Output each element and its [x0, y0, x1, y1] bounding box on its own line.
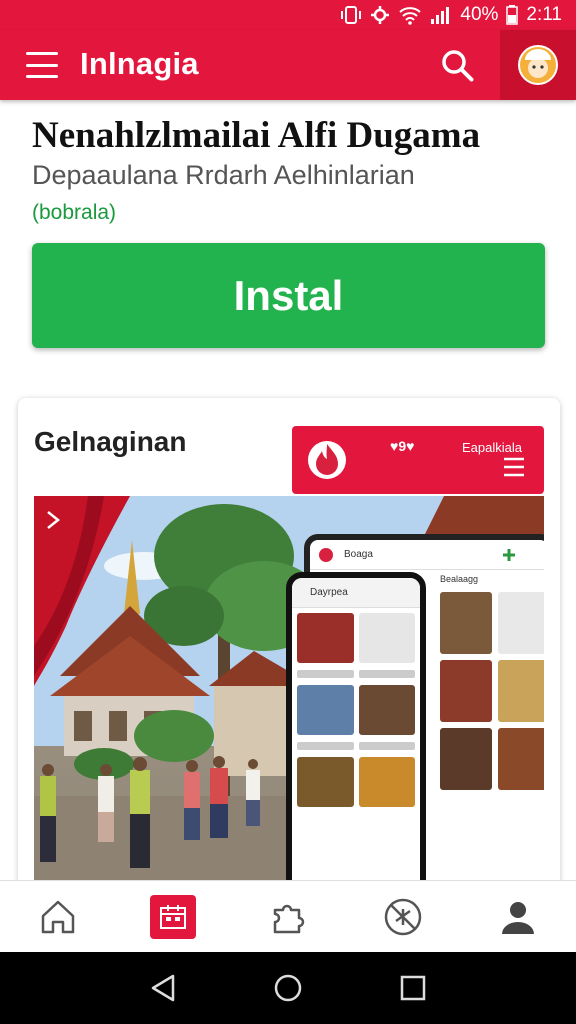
nav-home[interactable] [28, 887, 88, 947]
mini-plus-icon [502, 548, 515, 561]
mini-tile [498, 660, 544, 722]
nav-puzzle[interactable] [258, 887, 318, 947]
back-triangle-icon [151, 974, 174, 1002]
mini-logo-icon [319, 547, 333, 562]
hamburger-icon [26, 52, 58, 55]
preview-brand: Eapalkiala [462, 440, 522, 455]
nav-active-indicator [149, 894, 196, 939]
nav-profile[interactable] [488, 887, 548, 947]
mini-line [358, 670, 415, 678]
home-circle-icon [274, 974, 302, 1002]
mini-tile [440, 660, 492, 722]
mini-line [297, 742, 354, 750]
profile-icon [502, 901, 535, 934]
bottom-navigation [0, 880, 576, 952]
mini-tile [358, 757, 415, 807]
developer-name[interactable]: Depaaulana Rrdarh Aelhinlarian [32, 160, 415, 191]
install-button[interactable]: Instal [32, 243, 545, 348]
back-button[interactable] [143, 968, 183, 1008]
nav-restricted[interactable] [373, 887, 433, 947]
app-screen: 40% 2:11 Inlnagia Nenahlzlmailai Alfi Du… [0, 0, 576, 1024]
avatar-button[interactable] [500, 30, 576, 100]
home-icon [41, 900, 74, 933]
hamburger-line [26, 75, 58, 78]
mini-tile [297, 613, 354, 663]
preview-app-bar: ♥9♥ Eapalkiala [292, 426, 544, 494]
status-bar: 40% 2:11 [0, 0, 576, 30]
mini-app-title: Boaga [344, 549, 373, 560]
calendar-icon [159, 904, 186, 929]
app-bar-title: Inlnagia [80, 46, 199, 81]
mini-tile [498, 592, 544, 654]
home-button[interactable] [268, 968, 308, 1008]
no-entry-icon [384, 898, 422, 935]
avatar-icon [518, 45, 558, 85]
clock: 2:11 [526, 4, 562, 25]
mini-tile [297, 685, 354, 735]
category-label: (bobrala) [32, 201, 117, 224]
screenshot-image[interactable]: Boaga Bealaagg Dayrpea [34, 496, 544, 918]
flame-logo-icon [308, 441, 346, 479]
mini-tile [440, 592, 492, 654]
gallery-title: Gelnaginan [34, 426, 187, 457]
wifi-icon [399, 7, 422, 25]
app-bar: Inlnagia [0, 30, 576, 100]
vibrate-icon [341, 6, 362, 24]
mini-tile [498, 728, 544, 790]
settings-icon [371, 6, 390, 24]
mini-tile [297, 757, 354, 807]
signal-icon [431, 7, 450, 24]
phone-mockup-front: Dayrpea [286, 572, 426, 918]
mini-header: Dayrpea [292, 578, 420, 608]
system-navigation-bar [0, 952, 576, 1024]
mini-grid [292, 608, 420, 812]
preview-hearts: ♥9♥ [390, 438, 415, 454]
gallery-card: Gelnaginan ♥9♥ Eapalkiala Boaga Bealaagg… [18, 398, 560, 918]
hamburger-line [26, 63, 58, 67]
mini-section-title: Bealaagg [440, 574, 479, 584]
recents-button[interactable] [393, 968, 433, 1008]
battery-percent: 40% [460, 4, 499, 25]
preview-menu-icon [504, 457, 524, 477]
mini-tile [358, 613, 415, 663]
puzzle-icon [273, 904, 305, 933]
mini-tile [440, 728, 492, 790]
menu-button[interactable] [22, 48, 62, 82]
search-icon [442, 50, 474, 82]
mini-line [358, 742, 415, 750]
app-name: Nenahlzlmailai Alfi Dugama [32, 115, 481, 156]
recents-square-icon [401, 975, 426, 1001]
mini-line [297, 670, 354, 678]
mini-tile [358, 685, 415, 735]
battery-icon [506, 5, 519, 25]
nav-calendar[interactable] [143, 887, 203, 947]
search-button[interactable] [438, 46, 478, 86]
